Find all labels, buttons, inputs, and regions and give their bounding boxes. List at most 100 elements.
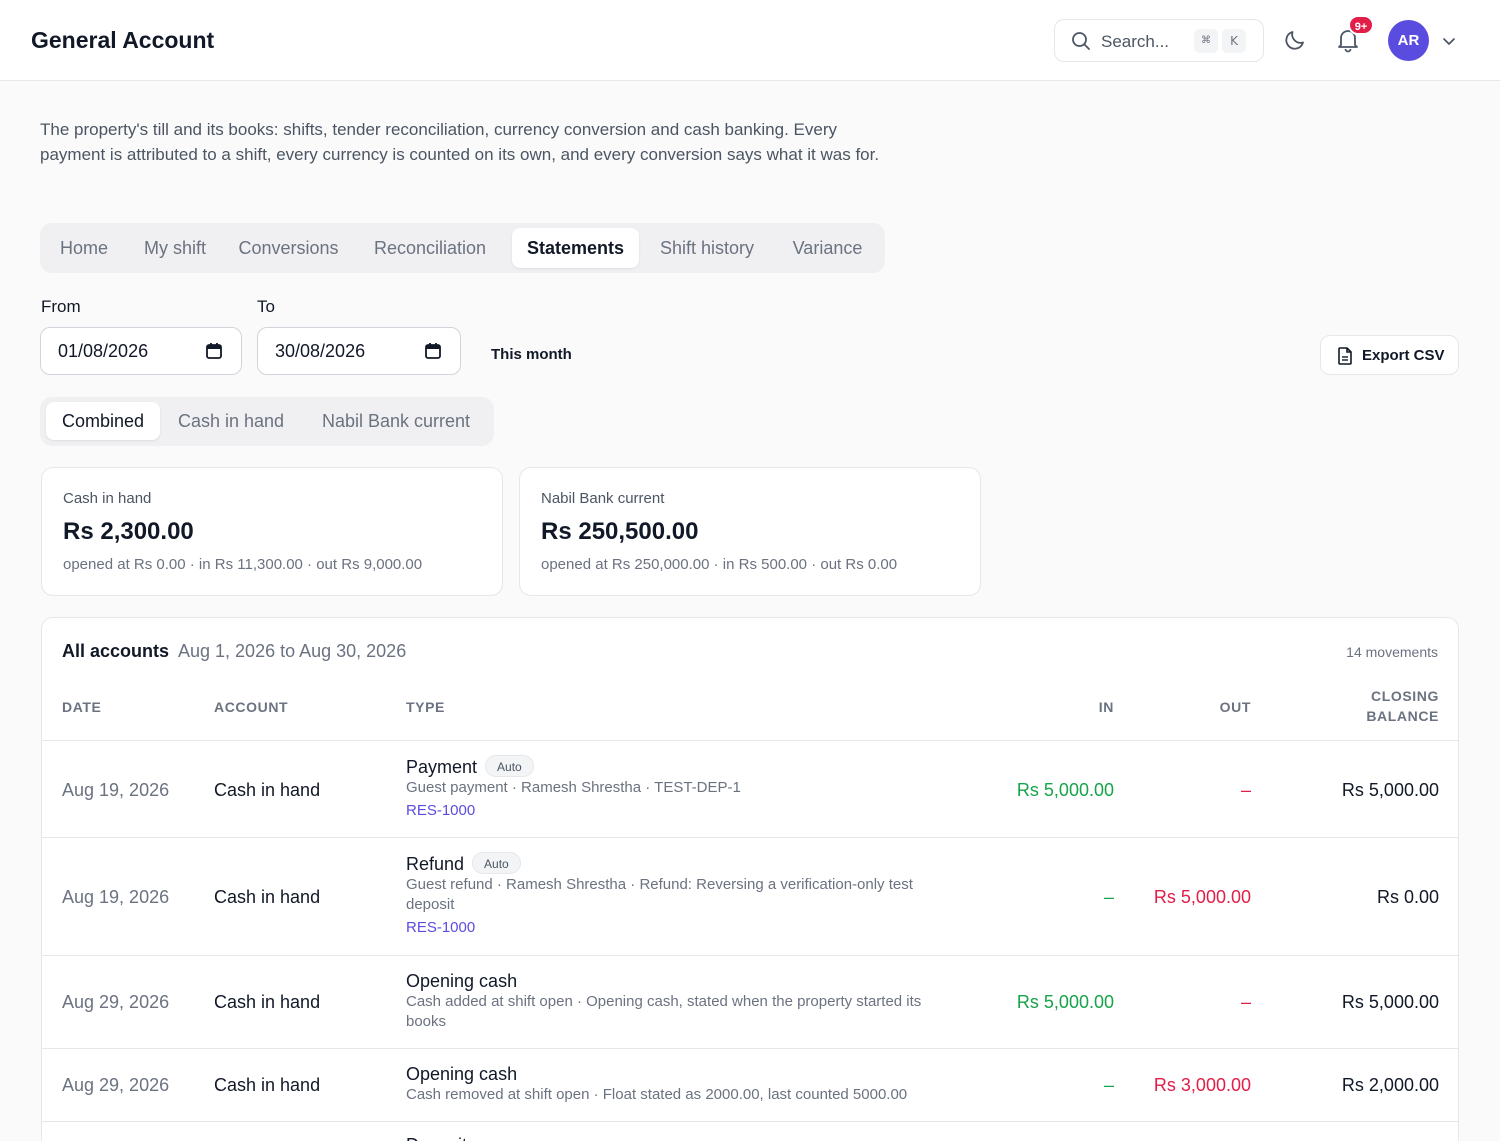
tab-home[interactable]: Home [48,228,120,268]
table-row[interactable]: Aug 19, 2026 Cash in hand Refund Auto Gue… [42,838,1458,956]
tab-variance[interactable]: Variance [781,228,874,268]
row-in: – [1103,887,1114,907]
account-tab-cash-in-hand[interactable]: Cash in hand [166,402,296,440]
row-type-cell: Opening cash Cash removed at shift open … [406,1064,1006,1105]
row-type: Deposit [406,1135,467,1141]
column-header-account[interactable]: ACCOUNT [214,697,288,717]
ledger-range: Aug 1, 2026 to Aug 30, 2026 [178,641,407,661]
from-date-input[interactable]: 01/08/2026 [40,327,242,375]
from-date-value: 01/08/2026 [58,341,149,361]
tab-conversions[interactable]: Conversions [229,228,348,268]
account-tab-combined[interactable]: Combined [46,402,160,440]
row-type-line: Refund Auto [406,852,951,875]
tab-my-shift[interactable]: My shift [129,228,221,268]
row-date: Aug 29, 2026 [62,1075,170,1095]
column-header-out[interactable]: OUT [1172,697,1251,717]
row-description: Guest refund · Ramesh Shrestha · Refund:… [406,876,913,913]
account-tab-nabil-bank[interactable]: Nabil Bank current [304,402,488,440]
app-title: General Account [31,27,215,53]
ledger-title: All accounts [62,641,170,661]
table-row[interactable]: Aug 19, 2026 Cash in hand Payment Auto Gu… [42,741,1458,838]
chevron-down-icon[interactable] [1441,33,1457,49]
row-in: Rs 5,000.00 [1016,780,1114,800]
row-balance: Rs 5,000.00 [1341,780,1439,800]
row-out: Rs 3,000.00 [1153,1075,1251,1095]
account-summary-card: Cash in hand Rs 2,300.00 opened at Rs 0.… [41,467,503,596]
column-header-type[interactable]: TYPE [406,697,445,717]
row-date: Aug 19, 2026 [62,887,170,907]
row-balance: Rs 2,000.00 [1341,1075,1439,1095]
row-type-cell: Opening cash Cash added at shift open · … [406,971,951,1032]
auto-badge: Auto [485,755,534,777]
account-summary-card: Nabil Bank current Rs 250,500.00 opened … [519,467,981,596]
card-account-name: Cash in hand [63,490,152,507]
reservation-link[interactable]: RES-1000 [406,919,951,936]
shortcut-key: K [1222,29,1246,53]
to-date-value: 30/08/2026 [275,341,366,361]
row-type-cell: Payment Auto Guest payment · Ramesh Shres… [406,755,951,819]
tab-shift-history[interactable]: Shift history [643,228,771,268]
row-type-cell: Refund Auto Guest refund · Ramesh Shresth… [406,852,951,936]
file-icon [1338,347,1352,365]
row-in: – [1103,1075,1114,1095]
row-account: Cash in hand [214,780,321,800]
row-balance: Rs 0.00 [1376,887,1439,907]
shortcut-modifier-key: ⌘ [1194,29,1218,53]
card-balance: Rs 2,300.00 [63,518,194,545]
tab-reconciliation[interactable]: Reconciliation [363,228,497,268]
row-out: Rs 5,000.00 [1153,887,1251,907]
page-description: The property's till and its books: shift… [40,120,880,164]
row-date: Aug 29, 2026 [62,992,170,1012]
table-row[interactable]: Aug 29, 2026 Cash in hand Opening cash C… [42,956,1458,1049]
to-date-input[interactable]: 30/08/2026 [257,327,461,375]
row-type: Refund [406,854,465,874]
calendar-icon[interactable] [424,342,442,360]
search-placeholder: Search... [1101,32,1170,51]
row-type-cell: Deposit [406,1135,467,1141]
column-header-closing-line-1: CLOSING [1371,688,1439,704]
section-tabs: Home My shift Conversions Reconciliation… [40,223,885,273]
this-month-button[interactable]: This month [491,346,572,363]
to-label: To [257,297,275,316]
calendar-icon[interactable] [205,342,223,360]
row-account: Cash in hand [214,1075,321,1095]
row-out: – [1240,992,1251,1012]
export-csv-button[interactable]: Export CSV [1320,335,1459,375]
row-date: Aug 19, 2026 [62,780,170,800]
account-tabs: Combined Cash in hand Nabil Bank current [40,397,494,446]
card-detail: opened at Rs 250,000.00 · in Rs 500.00 ·… [541,556,898,573]
column-header-closing-line-2: BALANCE [1366,708,1439,724]
table-row[interactable]: Aug 29, 2026 Cash in hand Opening cash C… [42,1049,1458,1121]
search-icon [1072,32,1090,50]
row-description: Guest payment · Ramesh Shrestha · TEST-D… [406,779,741,796]
row-out: – [1240,780,1251,800]
movement-count: 14 movements [1346,644,1438,660]
column-header-in[interactable]: IN [1042,697,1114,717]
row-balance: Rs 5,000.00 [1341,992,1439,1012]
row-description: Cash added at shift open · Opening cash,… [406,993,922,1030]
ledger-panel: All accounts Aug 1, 2026 to Aug 30, 2026… [41,617,1459,1141]
row-type-line: Payment Auto [406,755,951,778]
from-label: From [41,297,81,316]
row-in: Rs 5,000.00 [1016,992,1114,1012]
notification-badge: 9+ [1348,15,1374,35]
avatar[interactable]: AR [1388,20,1429,61]
row-type: Payment [406,757,478,777]
export-csv-label: Export CSV [1362,347,1445,364]
reservation-link[interactable]: RES-1000 [406,802,951,819]
column-header-closing-balance[interactable]: CLOSING BALANCE [1312,686,1439,726]
row-type: Opening cash [406,1064,518,1084]
auto-badge: Auto [472,852,521,874]
row-account: Cash in hand [214,992,321,1012]
card-account-name: Nabil Bank current [541,490,665,507]
moon-icon[interactable] [1283,28,1307,52]
top-bar: General Account Search... ⌘ K 9+ AR [0,0,1500,81]
search-box[interactable]: Search... ⌘ K [1054,19,1264,62]
tab-statements[interactable]: Statements [512,228,639,268]
row-account: Cash in hand [214,887,321,907]
row-type: Opening cash [406,971,518,991]
column-header-date[interactable]: DATE [62,697,101,717]
table-row[interactable]: Deposit [42,1122,1458,1141]
card-balance: Rs 250,500.00 [541,518,699,545]
card-detail: opened at Rs 0.00 · in Rs 11,300.00 · ou… [63,556,423,573]
